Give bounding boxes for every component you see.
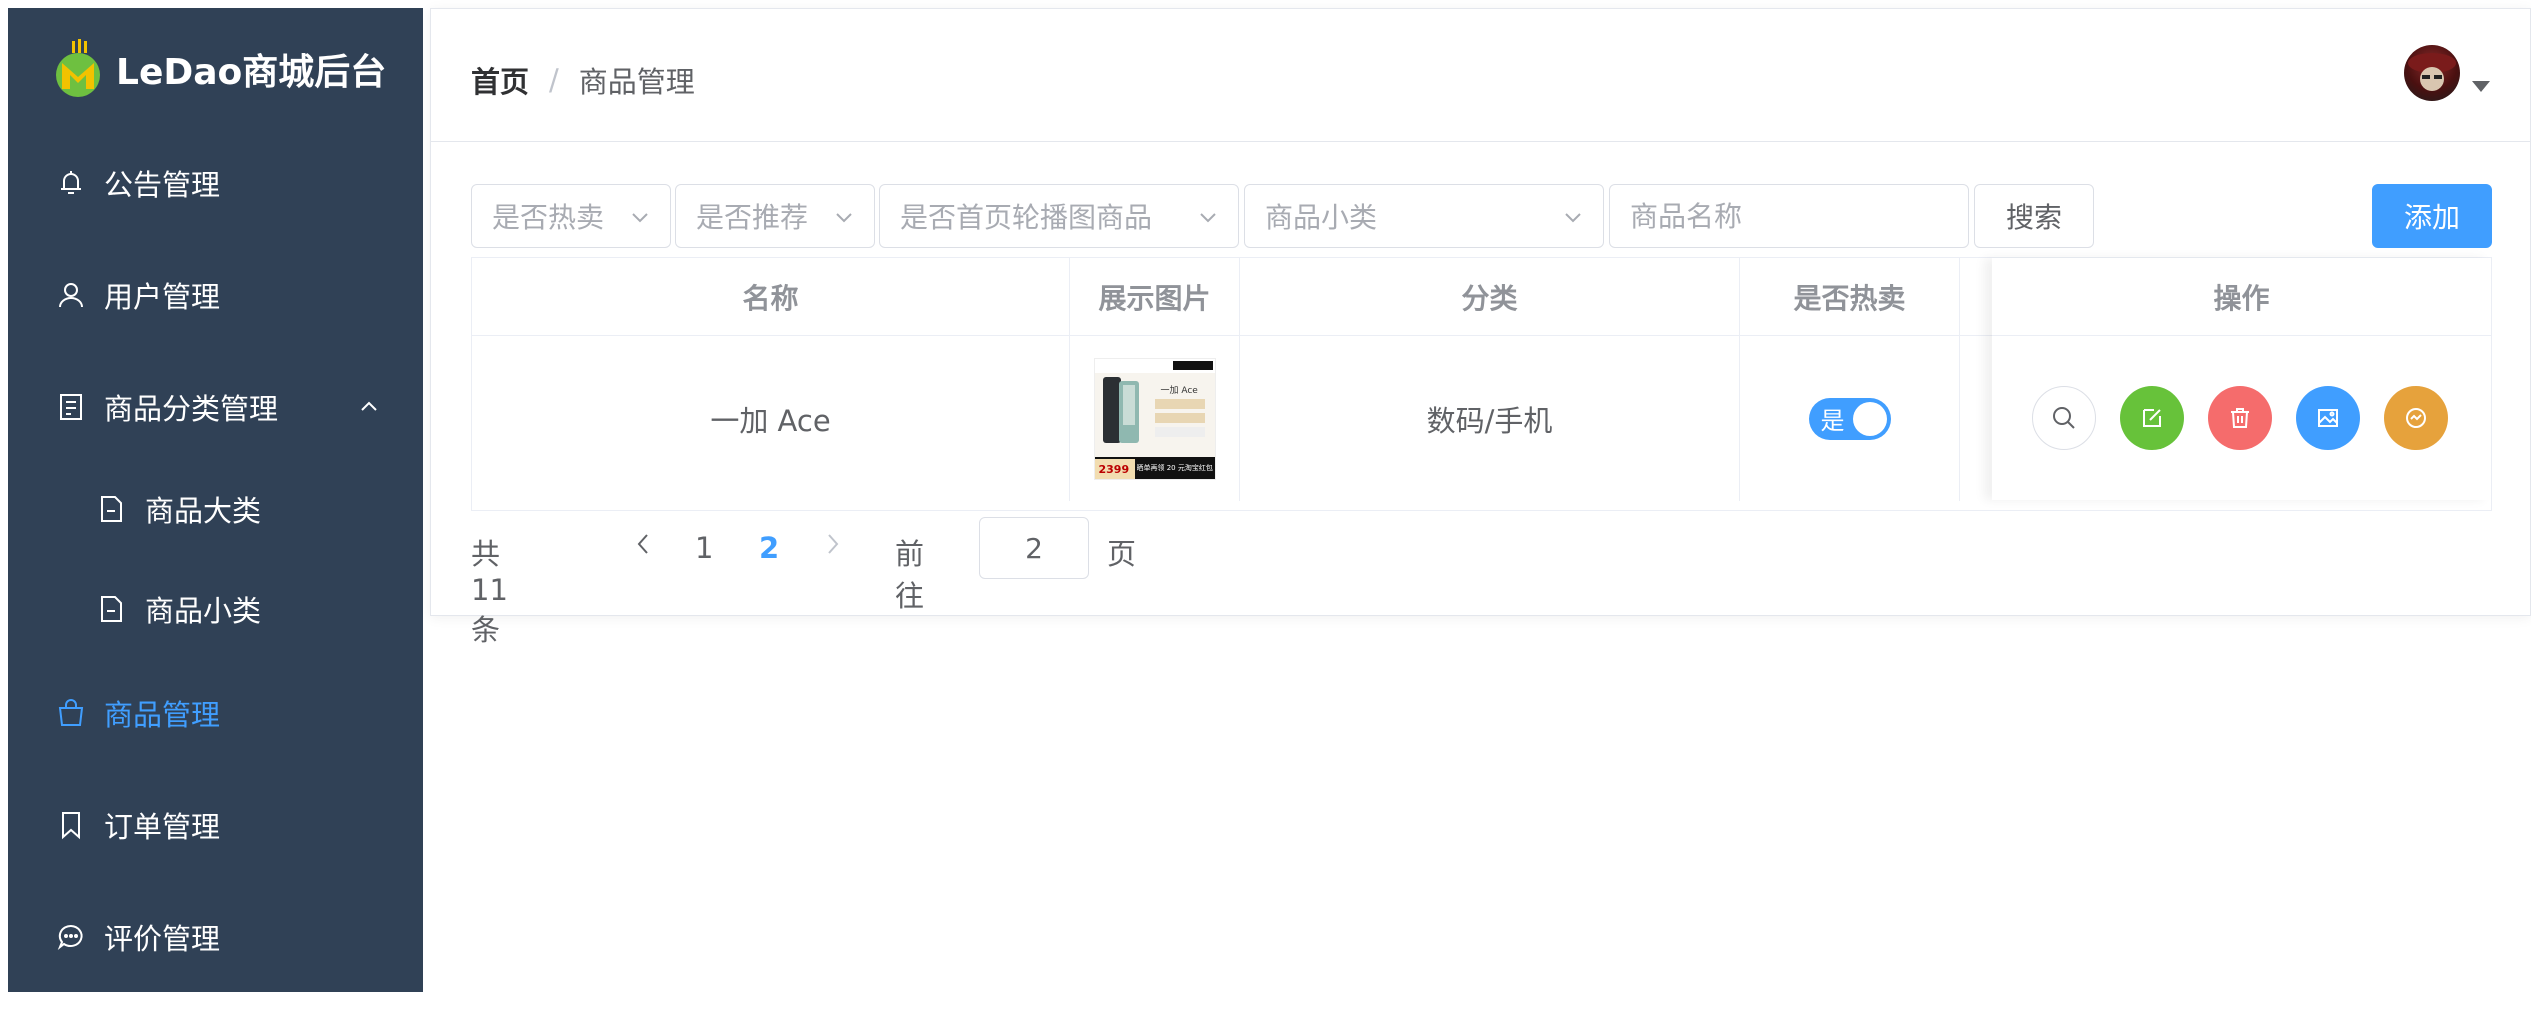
header: 首页 / 商品管理 [431,9,2530,142]
sidebar-item-label: 商品分类管理 [104,392,279,426]
chevron-left-icon [637,534,648,554]
chevron-right-icon [828,534,839,554]
edit-button[interactable] [2120,386,2184,450]
search-button[interactable]: 搜索 [1974,184,2094,248]
search-icon [2053,407,2075,429]
chevron-down-icon [836,213,852,223]
recommend-select-placeholder: 是否推荐 [696,201,809,234]
chevron-up-icon [355,393,383,421]
prev-page-button[interactable] [631,529,655,566]
subcategory-select[interactable]: 商品小类 [1244,184,1604,248]
thumbnail-price: 2399 [1098,462,1130,476]
sidebar-item-announcements[interactable]: 公告管理 [8,138,423,228]
avatar[interactable] [2404,45,2460,101]
edit-icon [2143,409,2161,427]
document-icon [94,592,128,626]
page-2-current[interactable]: 2 [759,531,779,565]
picture-icon [2318,409,2338,427]
column-header-image: 展示图片 [1070,258,1240,336]
goto-prefix: 前往 [895,537,925,613]
product-table: 名称 展示图片 分类 是否热卖 一加 Ace 一加 Ace 2399 晒单再领 … [471,257,2492,511]
thumbnail-banner: 晒单再领 20 元淘宝红包 [1136,463,1213,472]
hot-toggle-label: 是 [1820,407,1845,435]
user-icon [54,278,88,312]
pagination-total: 共 11 条 [471,537,508,647]
chevron-down-icon [1200,213,1216,223]
trash-icon [2231,408,2249,428]
hot-toggle[interactable]: 是 [1808,397,1891,440]
chat-icon [54,920,88,954]
breadcrumb-home[interactable]: 首页 [471,59,529,101]
sidebar-item-label: 商品小类 [145,594,262,628]
table-cell-category: 数码/手机 [1240,336,1740,501]
comment-icon [2406,408,2426,428]
breadcrumb-current: 商品管理 [578,65,695,99]
document-list-icon [54,390,88,424]
goto-page-input[interactable] [979,517,1089,579]
sidebar-item-major-category[interactable]: 商品大类 [8,464,423,554]
bell-icon [54,166,88,200]
chevron-down-icon [632,213,648,223]
sidebar-item-users[interactable]: 用户管理 [8,250,423,340]
sidebar-item-label: 订单管理 [104,810,221,844]
table-cell-actions [1992,336,2491,501]
sidebar-item-orders[interactable]: 订单管理 [8,780,423,870]
column-header-hidden [1960,258,1993,336]
column-header-hot: 是否热卖 [1740,258,1960,336]
app-frame: LeDao商城后台 公告管理 用户管理 商品分类管理 商品大类 商品小类 商品管… [0,0,2531,1018]
chevron-down-icon [1565,213,1581,223]
sidebar-item-reviews[interactable]: 评价管理 [8,892,423,982]
sidebar-item-label: 商品管理 [104,698,221,732]
bookmark-icon [54,808,88,842]
thumbnail-title: 一加 Ace [1160,385,1198,396]
breadcrumb: 首页 / 商品管理 [471,59,695,101]
breadcrumb-separator: / [549,63,559,97]
toggle-knob [1852,401,1887,436]
sidebar-item-products[interactable]: 商品管理 [8,668,423,758]
product-thumbnail[interactable]: 一加 Ace 2399 晒单再领 20 元淘宝红包 [1093,357,1216,480]
sidebar-item-label: 公告管理 [104,168,221,202]
sidebar-item-label: 用户管理 [104,280,221,314]
hot-select[interactable]: 是否热卖 [471,184,671,248]
column-header-category: 分类 [1240,258,1740,336]
caret-down-icon[interactable] [2472,81,2490,92]
sidebar-item-category-management[interactable]: 商品分类管理 [8,362,423,452]
table-cell-image: 一加 Ace 2399 晒单再领 20 元淘宝红包 [1070,336,1240,501]
document-icon [94,492,128,526]
product-name-input[interactable] [1609,184,1969,248]
next-page-button[interactable] [821,529,845,566]
image-button[interactable] [2296,386,2360,450]
comment-button[interactable] [2384,386,2448,450]
page-1[interactable]: 1 [695,531,713,565]
sidebar: LeDao商城后台 公告管理 用户管理 商品分类管理 商品大类 商品小类 商品管… [8,8,423,992]
view-button[interactable] [2032,386,2096,450]
goto-suffix: 页 [1107,537,1137,571]
bag-icon [54,696,88,730]
column-header-actions: 操作 [1992,258,2491,336]
hot-select-placeholder: 是否热卖 [492,201,605,234]
logo-text: LeDao商城后台 [116,52,387,93]
delete-button[interactable] [2208,386,2272,450]
main-panel: 首页 / 商品管理 是否热卖 是否推荐 是否首页轮播图商品 商品小类 商品名称 … [430,8,2531,647]
logo[interactable]: LeDao商城后台 [48,34,386,104]
table-cell-hot: 是 [1740,336,1960,501]
sidebar-item-minor-category[interactable]: 商品小类 [8,564,423,654]
subcategory-select-placeholder: 商品小类 [1265,201,1378,234]
carousel-select-placeholder: 是否首页轮播图商品 [900,201,1153,234]
recommend-select[interactable]: 是否推荐 [675,184,875,248]
sidebar-item-label: 商品大类 [145,494,262,528]
add-button[interactable]: 添加 [2372,184,2492,248]
logo-icon [48,39,108,99]
carousel-select[interactable]: 是否首页轮播图商品 [879,184,1239,248]
column-header-name: 名称 [472,258,1070,336]
actions-column: 操作 [1992,258,2491,500]
sidebar-item-label: 评价管理 [104,922,221,956]
table-cell-name: 一加 Ace [472,336,1070,501]
